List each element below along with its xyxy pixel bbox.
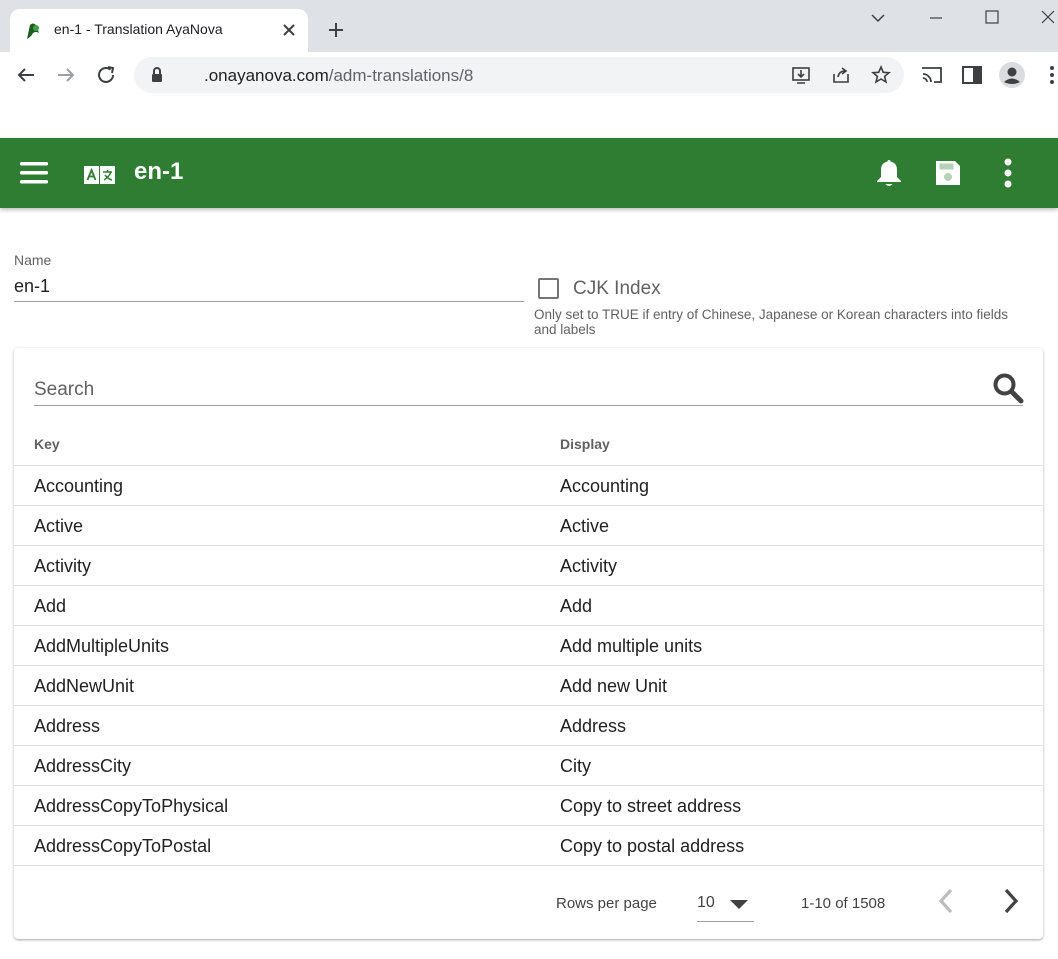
chevron-left-icon[interactable] — [932, 886, 962, 916]
side-panel-icon[interactable] — [960, 63, 984, 87]
key-cell: Activity — [34, 556, 92, 576]
chevron-down-icon[interactable] — [868, 8, 888, 28]
browser-tab-strip: en-1 - Translation AyaNova — [0, 0, 1058, 52]
browser-toolbar: .onayanova.com/adm-translations/8 — [0, 52, 1058, 98]
table-row[interactable]: Active Active — [14, 506, 1043, 546]
table-body: Accounting Accounting Active Active Activi… — [14, 466, 1043, 866]
translation-icon — [84, 166, 115, 184]
new-tab-icon[interactable] — [326, 20, 346, 40]
url-domain: .onayanova.com — [204, 66, 329, 85]
cjk-index-checkbox[interactable] — [538, 278, 559, 299]
search-input[interactable] — [34, 374, 1023, 406]
table-row[interactable]: AddressCopyToPhysical Copy to street addr… — [14, 786, 1043, 826]
key-cell: AddMultipleUnits — [34, 636, 170, 656]
translations-card: Key Display AccountingAccounting ActiveA… — [14, 348, 1043, 939]
column-header-display[interactable]: Display — [560, 436, 610, 452]
table-footer: Rows per page 10 1-10 of 1508 — [14, 866, 1043, 939]
rows-per-page-value: 10 — [697, 894, 715, 911]
key-cell: Accounting — [34, 476, 124, 496]
display-cell: Accounting — [560, 476, 650, 496]
save-icon[interactable] — [934, 159, 962, 187]
table-row[interactable]: Activity Activity — [14, 546, 1043, 586]
app-bar: en-1 — [0, 138, 1058, 208]
table-row[interactable]: AddressCity City — [14, 746, 1043, 786]
hamburger-menu-icon[interactable] — [20, 160, 48, 186]
install-app-icon[interactable] — [790, 64, 812, 86]
caret-down-icon[interactable] — [729, 898, 749, 910]
browser-tab[interactable]: en-1 - Translation AyaNova — [10, 9, 308, 52]
table-row[interactable]: Accounting Accounting — [14, 466, 1043, 506]
key-cell: Add — [34, 596, 67, 616]
column-header-key[interactable]: Key — [34, 436, 60, 452]
chevron-right-icon[interactable] — [995, 886, 1025, 916]
cjk-index-hint: Only set to TRUE if entry of Chinese, Ja… — [534, 307, 1008, 337]
maximize-icon[interactable] — [982, 8, 1002, 28]
table-row[interactable]: AddMultipleUnits Add multiple units — [14, 626, 1043, 666]
back-arrow-icon[interactable] — [14, 63, 38, 87]
display-cell: Copy to street address — [560, 796, 742, 816]
page-title: en-1 — [134, 158, 184, 185]
forward-arrow-icon[interactable] — [54, 63, 78, 87]
name-label: Name — [14, 252, 52, 268]
ayanova-favicon-icon — [27, 23, 39, 39]
tab-title: en-1 - Translation AyaNova — [54, 21, 223, 37]
more-vert-icon[interactable] — [1000, 158, 1016, 188]
key-cell: AddressCity — [34, 756, 132, 776]
display-cell: Copy to postal address — [560, 836, 745, 856]
bell-icon[interactable] — [875, 158, 903, 188]
cjk-index-label[interactable]: CJK Index — [573, 278, 661, 300]
url-path: /adm-translations/8 — [328, 66, 474, 85]
name-input[interactable] — [14, 272, 524, 302]
window-close-icon[interactable] — [1038, 8, 1058, 28]
bookmark-star-icon[interactable] — [870, 64, 892, 86]
close-icon[interactable] — [280, 21, 298, 39]
share-icon[interactable] — [830, 64, 852, 86]
key-cell: Active — [34, 516, 84, 536]
profile-avatar-icon[interactable] — [998, 61, 1026, 89]
cast-icon[interactable] — [920, 63, 944, 87]
display-cell: Active — [560, 516, 610, 536]
pagination-range: 1-10 of 1508 — [801, 895, 886, 912]
address-bar[interactable]: .onayanova.com/adm-translations/8 — [134, 57, 904, 93]
key-cell: Address — [34, 716, 101, 736]
lock-icon[interactable] — [150, 66, 164, 84]
display-cell: Activity — [560, 556, 618, 576]
display-cell: Add new Unit — [560, 676, 668, 696]
table-row[interactable]: AddressCopyToPostal Copy to postal addres… — [14, 826, 1043, 866]
display-cell: Add multiple units — [560, 636, 703, 656]
display-cell: Add — [560, 596, 593, 616]
rows-per-page-label: Rows per page — [556, 895, 657, 912]
display-cell: City — [560, 756, 591, 776]
rows-per-page-select[interactable]: 10 — [697, 888, 754, 922]
minimize-icon[interactable] — [926, 8, 946, 28]
key-cell: AddressCopyToPostal — [34, 836, 212, 856]
table-row[interactable]: Address Address — [14, 706, 1043, 746]
key-cell: AddNewUnit — [34, 676, 135, 696]
table-row[interactable]: AddNewUnit Add new Unit — [14, 666, 1043, 706]
table-row[interactable]: Add Add — [14, 586, 1043, 626]
url-text[interactable]: .onayanova.com/adm-translations/8 — [204, 66, 473, 86]
browser-menu-icon[interactable] — [1040, 63, 1058, 87]
search-icon[interactable] — [992, 372, 1024, 404]
key-cell: AddressCopyToPhysical — [34, 796, 229, 816]
reload-icon[interactable] — [94, 63, 118, 87]
display-cell: Address — [560, 716, 627, 736]
